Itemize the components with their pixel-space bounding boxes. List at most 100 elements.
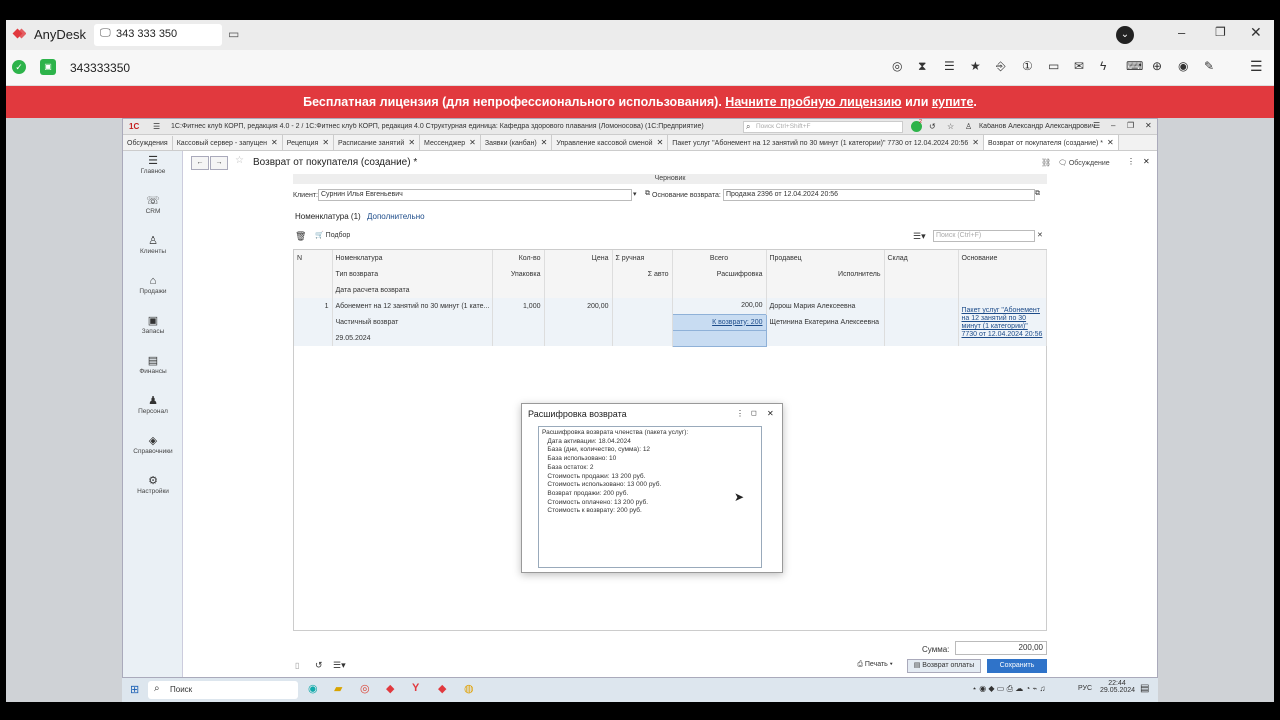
sidebar-item-staff[interactable]: ♟ Персонал: [123, 391, 183, 431]
favorites-icon[interactable]: ☆: [947, 122, 954, 131]
table-row-sub[interactable]: Частичный возврат К возврату: 200 Щетини…: [294, 313, 1046, 331]
col-basis[interactable]: Основание: [958, 250, 1047, 266]
col-warehouse[interactable]: Склад: [884, 250, 959, 266]
onec-task-icon[interactable]: ◍: [464, 682, 474, 695]
dialog-more-icon[interactable]: ⋮: [736, 409, 744, 418]
session-tab[interactable]: 🖵 343 333 350: [94, 24, 222, 46]
database-icon[interactable]: ☰: [944, 59, 970, 73]
link-icon[interactable]: ⛓: [1041, 158, 1051, 167]
edge-icon[interactable]: ◉: [308, 682, 318, 695]
cell-return-type[interactable]: Частичный возврат: [332, 314, 493, 330]
transfer-icon[interactable]: ⊕: [1152, 59, 1178, 73]
pick-button[interactable]: 🛒 Подбор: [315, 231, 350, 239]
col-qty[interactable]: Кол-во: [492, 250, 545, 266]
cell-qty[interactable]: 1,000: [492, 298, 545, 314]
client-open-icon[interactable]: ⧉: [645, 190, 650, 198]
anydesk-task-icon-2[interactable]: ◆: [438, 682, 446, 695]
breakdown-textarea[interactable]: Расшифровка возврата членства (пакета ус…: [538, 426, 762, 568]
notification-center-icon[interactable]: ▤: [1140, 683, 1149, 694]
trial-license-link[interactable]: Начните пробную лицензию: [725, 95, 901, 109]
forward-button[interactable]: →: [210, 156, 228, 170]
cell-executor[interactable]: Щетинина Екатерина Алексеевна: [766, 314, 885, 330]
sidebar-item-clients[interactable]: ♙ Клиенты: [123, 231, 183, 271]
tab-reception[interactable]: Рецепция ✕: [283, 135, 335, 150]
chrome-icon[interactable]: ◎: [360, 682, 370, 695]
cell-breakdown-link[interactable]: К возврату: 200: [671, 313, 767, 331]
tab-schedule[interactable]: Расписание занятий ✕: [334, 135, 421, 150]
monitor-select-icon[interactable]: ①: [1022, 59, 1048, 73]
col-seller[interactable]: Продавец: [766, 250, 885, 266]
sidebar-item-finance[interactable]: ▤ Финансы: [123, 351, 183, 391]
tab-messenger[interactable]: Мессенджер ✕: [420, 135, 481, 150]
col-total[interactable]: Всего: [672, 250, 767, 266]
user-icon[interactable]: ♙: [965, 122, 972, 131]
tab-close-icon[interactable]: ✕: [972, 138, 979, 147]
save-button[interactable]: Сохранить: [987, 659, 1047, 673]
tab-close-icon[interactable]: ✕: [408, 138, 415, 147]
restore-icon[interactable]: ❐: [1215, 25, 1226, 39]
reason-open-icon[interactable]: ⧉: [1035, 190, 1040, 198]
explorer-icon[interactable]: ▰: [334, 682, 342, 695]
dialog-maximize-icon[interactable]: ◻: [751, 409, 757, 417]
lightning-icon[interactable]: ϟ: [1100, 59, 1126, 73]
language-indicator[interactable]: РУС: [1078, 685, 1092, 692]
tab-return-doc[interactable]: Возврат от покупателя (создание) * ✕: [983, 135, 1119, 150]
settings-menu-icon[interactable]: ☰: [1093, 121, 1100, 130]
buy-link[interactable]: купите: [932, 95, 974, 109]
col-calc-date[interactable]: Дата расчета возврата: [332, 282, 493, 298]
list-menu-icon[interactable]: ☰▾: [333, 660, 346, 671]
cell-nomenclature[interactable]: Абонемент на 12 занятий по 30 минут (1 к…: [332, 298, 493, 314]
record-icon[interactable]: ◉: [1178, 59, 1204, 73]
more-icon[interactable]: ⋮: [1127, 157, 1135, 166]
yandex-icon[interactable]: Y: [412, 682, 419, 694]
col-pack[interactable]: Упаковка: [492, 266, 545, 282]
tab-close-icon[interactable]: ✕: [657, 138, 664, 147]
cell-price[interactable]: 200,00: [544, 298, 613, 314]
hourglass-icon[interactable]: ⧗: [918, 59, 944, 74]
client-dropdown-icon[interactable]: ▾: [633, 190, 637, 198]
windows-start-icon[interactable]: ⊞: [130, 683, 139, 696]
clock[interactable]: 22:44 29.05.2024: [1100, 680, 1135, 694]
chat-icon[interactable]: ✉: [1074, 59, 1100, 73]
tab-cash-server[interactable]: Кассовый сервер - запущен ✕: [173, 135, 283, 150]
back-button[interactable]: ←: [191, 156, 209, 170]
taskbar-search[interactable]: ⌕ Поиск: [148, 681, 298, 699]
table-search-input[interactable]: Поиск (Ctrl+F): [933, 230, 1035, 242]
tab-items[interactable]: Номенклатура (1): [295, 212, 361, 221]
star-icon[interactable]: ★: [970, 59, 996, 73]
history-icon[interactable]: ↺: [929, 122, 936, 131]
col-price[interactable]: Цена: [544, 250, 613, 266]
sidebar-item-main[interactable]: ☰ Главное: [123, 151, 183, 191]
anydesk-task-icon[interactable]: ◆: [386, 682, 394, 695]
tab-service-package[interactable]: Пакет услуг "Абонемент на 12 занятий по …: [668, 135, 984, 150]
col-executor[interactable]: Исполнитель: [766, 266, 885, 282]
favorite-star-icon[interactable]: ☆: [235, 155, 244, 166]
draw-icon[interactable]: ✎: [1204, 59, 1230, 73]
dialog-close-icon[interactable]: ✕: [767, 409, 774, 418]
delete-icon[interactable]: 🗑: [295, 231, 306, 242]
col-breakdown[interactable]: Расшифровка: [672, 266, 767, 282]
sidebar-item-sales[interactable]: ⌂ Продажи: [123, 271, 183, 311]
history-doc-icon[interactable]: ↺: [315, 660, 323, 671]
tab-close-icon[interactable]: ✕: [541, 138, 548, 147]
win-restore-icon[interactable]: ❐: [1127, 121, 1134, 130]
tray-icons[interactable]: ⋆ ◉ ◆ ▭ ⎙ ☁ ◔ ⌁ ♫: [972, 684, 1046, 694]
display-icon[interactable]: ▭: [1048, 59, 1074, 73]
tab-close-icon[interactable]: ✕: [322, 138, 329, 147]
cell-total[interactable]: 200,00: [672, 298, 767, 314]
hamburger-menu-icon[interactable]: ☰: [1250, 58, 1263, 75]
privacy-icon[interactable]: ◎: [892, 59, 918, 73]
table-row[interactable]: 1 Абонемент на 12 занятий по 30 минут (1…: [294, 298, 1047, 346]
discussion-button[interactable]: 🗨 Обсуждение: [1058, 159, 1110, 167]
reason-field[interactable]: Продажа 2396 от 12.04.2024 20:56: [723, 189, 1035, 201]
client-field[interactable]: Сурнин Илья Евгеньевич: [318, 189, 632, 201]
tab-discussions[interactable]: Обсуждения: [123, 136, 173, 150]
actions-icon[interactable]: ⎆: [996, 59, 1022, 74]
print-button[interactable]: ⎙ Печать ▾: [849, 659, 901, 673]
table-row-sub2[interactable]: 29.05.2024: [294, 329, 1046, 347]
keyboard-icon[interactable]: ⌨: [1126, 59, 1152, 73]
sidebar-item-stock[interactable]: ▣ Запасы: [123, 311, 183, 351]
col-nomenclature[interactable]: Номенклатура: [332, 250, 493, 266]
refund-button[interactable]: ▤ Возврат оплаты: [907, 659, 981, 673]
remote-desktop[interactable]: 1С ☰ 1С:Фитнес клуб КОРП, редакция 4.0 -…: [6, 118, 1274, 702]
